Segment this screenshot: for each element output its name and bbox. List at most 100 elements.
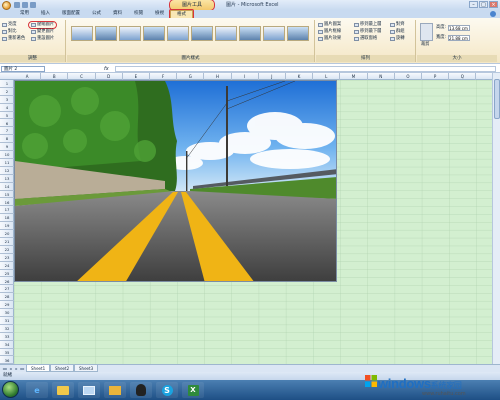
column-header[interactable]: C bbox=[68, 73, 96, 80]
sheet-tab-2[interactable]: Sheet2 bbox=[50, 365, 75, 372]
column-header[interactable]: H bbox=[204, 73, 232, 80]
row-header[interactable]: 13 bbox=[0, 175, 14, 183]
row-header[interactable]: 27 bbox=[0, 285, 14, 294]
sheet-tab-3[interactable]: Sheet3 bbox=[74, 365, 99, 372]
row-header[interactable]: 28 bbox=[0, 293, 14, 302]
brightness-button[interactable]: 亮度 bbox=[2, 22, 17, 28]
row-header[interactable]: 29 bbox=[0, 301, 14, 310]
compress-pictures-button[interactable]: 壓縮圖片 bbox=[27, 21, 58, 29]
prev-sheet-button[interactable]: ◂ bbox=[8, 366, 13, 371]
sheet-tab-1[interactable]: Sheet1 bbox=[26, 365, 51, 372]
row-header[interactable]: 22 bbox=[0, 246, 14, 254]
crop-button[interactable] bbox=[420, 23, 433, 41]
picture-effects-button[interactable]: 圖片效果 bbox=[318, 36, 341, 42]
row-header[interactable]: 16 bbox=[0, 199, 14, 207]
tab-page-layout[interactable]: 版面配置 bbox=[56, 10, 86, 18]
tab-insert[interactable]: 插入 bbox=[35, 10, 56, 18]
row-header[interactable]: 32 bbox=[0, 325, 14, 333]
row-header[interactable]: 35 bbox=[0, 349, 14, 357]
row-header[interactable]: 6 bbox=[0, 120, 14, 128]
recolor-button[interactable]: 重新著色 bbox=[2, 36, 25, 42]
row-header[interactable]: 10 bbox=[0, 151, 14, 159]
picture-style-thumbnail[interactable] bbox=[119, 26, 141, 41]
align-button[interactable]: 對齊 bbox=[390, 22, 405, 28]
column-header[interactable]: M bbox=[340, 73, 368, 80]
row-header[interactable]: 17 bbox=[0, 206, 14, 215]
group-button[interactable]: 群組 bbox=[390, 29, 405, 35]
skype-icon[interactable]: S bbox=[156, 382, 178, 398]
bring-to-front-button[interactable]: 移到最上層 bbox=[354, 22, 381, 28]
column-header[interactable]: K bbox=[286, 73, 314, 80]
row-header[interactable]: 18 bbox=[0, 214, 14, 223]
row-header[interactable]: 4 bbox=[0, 104, 14, 112]
row-header[interactable]: 14 bbox=[0, 183, 14, 191]
picture-style-thumbnail[interactable] bbox=[143, 26, 165, 41]
column-header[interactable]: L bbox=[313, 73, 341, 80]
row-header[interactable]: 9 bbox=[0, 143, 14, 152]
last-sheet-button[interactable]: ▸▸ bbox=[20, 366, 25, 371]
redo-icon[interactable] bbox=[30, 2, 36, 8]
tab-review[interactable]: 校閱 bbox=[128, 10, 149, 18]
row-header[interactable]: 1 bbox=[0, 80, 14, 88]
column-header[interactable]: G bbox=[177, 73, 205, 80]
picture-style-thumbnail[interactable] bbox=[215, 26, 237, 41]
tab-data[interactable]: 資料 bbox=[107, 10, 128, 18]
row-header[interactable]: 15 bbox=[0, 191, 14, 199]
row-header[interactable]: 24 bbox=[0, 262, 14, 270]
row-header[interactable]: 25 bbox=[0, 270, 14, 278]
folder-icon[interactable] bbox=[104, 382, 126, 398]
reset-picture-button[interactable]: 重設圖片 bbox=[31, 36, 54, 42]
column-header[interactable]: B bbox=[41, 73, 69, 80]
save-icon[interactable] bbox=[14, 2, 20, 8]
column-header[interactable]: I bbox=[232, 73, 259, 80]
tab-view[interactable]: 檢視 bbox=[149, 10, 170, 18]
picture-shape-button[interactable]: 圖片圖案 bbox=[318, 22, 341, 28]
fx-icon[interactable]: fx bbox=[104, 65, 109, 73]
row-header[interactable]: 7 bbox=[0, 127, 14, 136]
column-header[interactable]: N bbox=[368, 73, 395, 80]
picture-style-thumbnail[interactable] bbox=[263, 26, 285, 41]
row-header[interactable]: 33 bbox=[0, 333, 14, 341]
column-header[interactable]: Q bbox=[449, 73, 477, 80]
column-header[interactable]: D bbox=[96, 73, 123, 80]
column-header[interactable]: A bbox=[14, 73, 42, 80]
column-header[interactable]: F bbox=[150, 73, 178, 80]
picture-style-thumbnail[interactable] bbox=[191, 26, 213, 41]
inserted-picture[interactable] bbox=[14, 80, 337, 282]
vertical-scrollbar[interactable] bbox=[492, 73, 500, 364]
row-header[interactable]: 5 bbox=[0, 112, 14, 120]
close-button[interactable]: × bbox=[489, 1, 498, 8]
row-header[interactable]: 23 bbox=[0, 254, 14, 262]
picture-style-thumbnail[interactable] bbox=[71, 26, 93, 41]
tab-format[interactable]: 格式 bbox=[169, 9, 194, 19]
row-header[interactable]: 12 bbox=[0, 167, 14, 175]
row-header[interactable]: 11 bbox=[0, 159, 14, 167]
height-input[interactable] bbox=[448, 25, 471, 31]
picture-style-thumbnail[interactable] bbox=[167, 26, 189, 41]
computer-icon[interactable] bbox=[78, 382, 100, 398]
contrast-button[interactable]: 對比 bbox=[2, 29, 17, 35]
tab-home[interactable]: 常用 bbox=[14, 10, 35, 18]
tab-formulas[interactable]: 公式 bbox=[86, 10, 107, 18]
undo-icon[interactable] bbox=[22, 2, 28, 8]
formula-input[interactable] bbox=[115, 66, 496, 72]
row-header[interactable]: 3 bbox=[0, 96, 14, 104]
change-picture-button[interactable]: 變更圖片 bbox=[31, 29, 54, 35]
picture-border-button[interactable]: 圖片框線 bbox=[318, 29, 341, 35]
first-sheet-button[interactable]: ◂◂ bbox=[2, 366, 7, 371]
qq-icon[interactable] bbox=[130, 382, 152, 398]
row-header[interactable]: 30 bbox=[0, 309, 14, 317]
picture-style-thumbnail[interactable] bbox=[287, 26, 309, 41]
explorer-icon[interactable] bbox=[52, 382, 74, 398]
column-header[interactable]: O bbox=[395, 73, 422, 80]
column-header[interactable]: E bbox=[123, 73, 150, 80]
scrollbar-thumb[interactable] bbox=[494, 79, 500, 119]
column-header[interactable]: J bbox=[259, 73, 286, 80]
row-header[interactable]: 21 bbox=[0, 238, 14, 246]
picture-style-thumbnail[interactable] bbox=[239, 26, 261, 41]
ie-icon[interactable]: e bbox=[26, 382, 48, 398]
picture-style-thumbnail[interactable] bbox=[95, 26, 117, 41]
office-button[interactable] bbox=[2, 1, 11, 10]
help-icon[interactable] bbox=[490, 11, 496, 17]
row-header[interactable]: 8 bbox=[0, 135, 14, 144]
